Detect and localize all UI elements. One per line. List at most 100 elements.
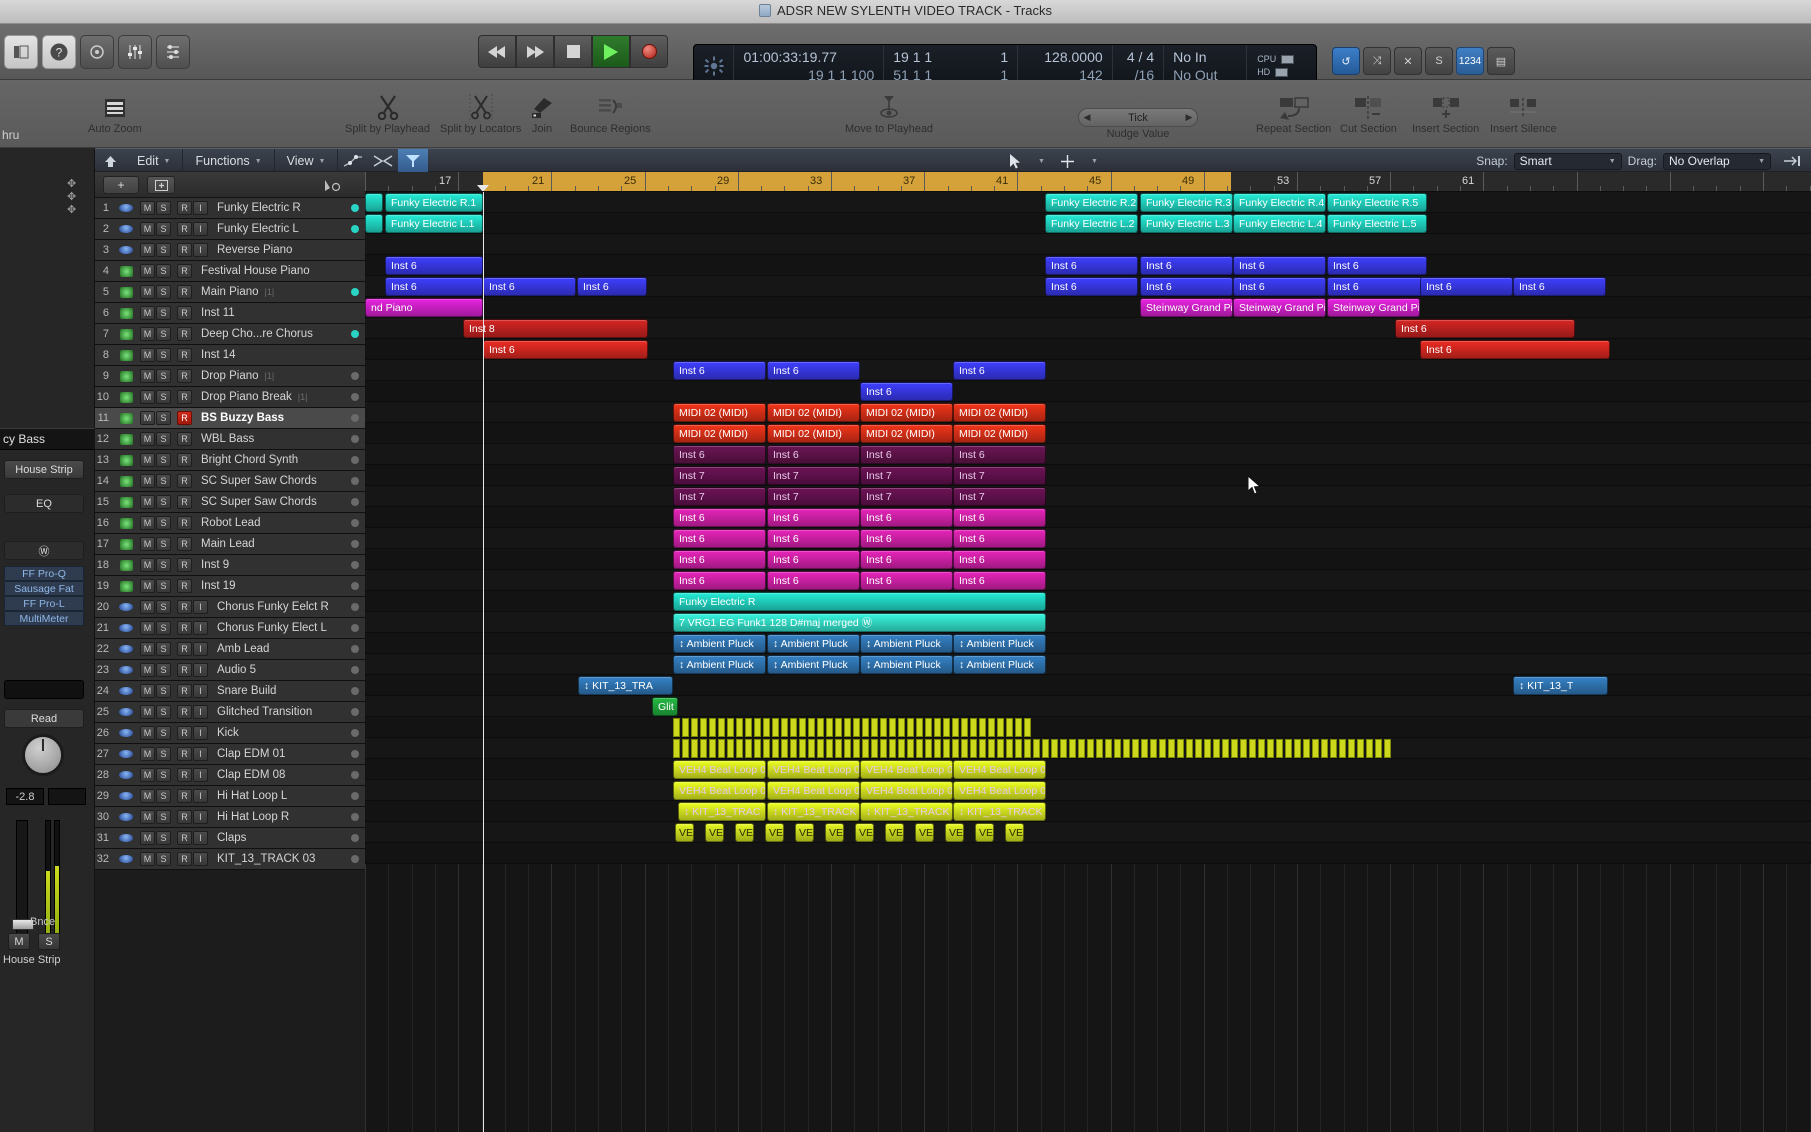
cut-section-button[interactable]: Cut Section [1340,86,1397,135]
arrange-region[interactable]: MIDI 02 (MIDI) [860,403,953,422]
track-mute-button[interactable]: M [140,222,155,236]
menu-functions[interactable]: Functions ▼ [183,149,275,173]
track-name[interactable]: Inst 9 [201,559,229,571]
loop-region-slice[interactable] [700,718,707,737]
track-input-button[interactable]: I [193,243,208,257]
track-input-button[interactable]: I [193,852,208,866]
loop-region-slice[interactable] [979,739,986,758]
loop-region-slice[interactable] [790,739,797,758]
track-record-button[interactable]: R [177,327,192,341]
track-lane[interactable] [365,549,1811,570]
loop-region-slice[interactable] [970,739,977,758]
track-record-button[interactable]: R [177,747,192,761]
loop-region-slice[interactable] [1339,739,1346,758]
track-lane[interactable] [365,528,1811,549]
loop-region-slice[interactable] [763,739,770,758]
track-name[interactable]: Drop Piano [201,370,259,382]
insert-silence-button[interactable]: Insert Silence [1490,86,1557,135]
track-mute-button[interactable]: M [140,411,155,425]
loop-region-slice[interactable] [862,718,869,737]
arrange-region[interactable]: Inst 6 [673,529,766,548]
track-name[interactable]: SC Super Saw Chords [201,475,317,487]
nudge-right-arrow[interactable]: ▶ [1182,108,1196,127]
track-solo-button[interactable]: S [156,495,171,509]
arrange-region[interactable]: VE [885,823,904,842]
track-name[interactable]: Audio 5 [217,664,256,676]
loop-region-slice[interactable] [1366,739,1373,758]
insert-section-button[interactable]: Insert Section [1412,86,1479,135]
track-row-3[interactable]: 3 M S R I Reverse Piano [95,240,365,261]
track-solo-button[interactable]: S [156,222,171,236]
loop-region-slice[interactable] [1267,739,1274,758]
track-name[interactable]: Robot Lead [201,517,260,529]
track-solo-button[interactable]: S [156,852,171,866]
autopunch-button[interactable]: ⤨ [1363,47,1391,75]
arrange-region[interactable]: VE [795,823,814,842]
arrange-region[interactable]: ↕ Ambient Pluck [953,655,1046,674]
track-record-button[interactable]: R [177,495,192,509]
loop-region-slice[interactable] [1312,739,1319,758]
arrange-region[interactable]: Inst 6 [483,340,648,359]
loop-region-slice[interactable] [979,718,986,737]
track-record-button[interactable]: R [177,516,192,530]
arrange-region[interactable]: ↕ KIT_13_TRAC [678,802,766,821]
track-record-button[interactable]: R [177,663,192,677]
track-solo-button[interactable]: S [156,810,171,824]
loop-region-slice[interactable] [709,739,716,758]
loop-region-slice[interactable] [997,718,1004,737]
channel-setting-button[interactable]: House Strip [4,460,84,479]
arrange-region[interactable]: Inst 7 [767,466,860,485]
loop-region-slice[interactable] [1015,739,1022,758]
track-mute-button[interactable]: M [140,789,155,803]
track-lane[interactable] [365,759,1811,780]
track-solo-button[interactable]: S [156,579,171,593]
track-row-6[interactable]: 6 M S R Inst 11 [95,303,365,324]
arrange-region[interactable]: Inst 6 [953,508,1046,527]
flex-icon[interactable] [368,149,398,173]
loop-region-slice[interactable] [1213,739,1220,758]
arrange-region[interactable]: Inst 6 [673,571,766,590]
loop-region-slice[interactable] [1303,739,1310,758]
arrange-region[interactable]: VEH4 Beat Loop 01 [860,760,953,779]
loop-region-slice[interactable] [1222,739,1229,758]
track-row-10[interactable]: 10 M S R Drop Piano Break |1| [95,387,365,408]
arrange-region[interactable]: VE [675,823,694,842]
arrange-region[interactable]: Inst 7 [767,487,860,506]
loop-region-slice[interactable] [1159,739,1166,758]
arrange-region[interactable]: Inst 6 [953,445,1046,464]
track-name[interactable]: Chorus Funky Eelct R [217,601,329,613]
track-solo-button[interactable]: S [156,264,171,278]
loop-region-slice[interactable] [925,718,932,737]
arrange-region[interactable]: VE [765,823,784,842]
loop-region-slice[interactable] [736,718,743,737]
channel-strip-name-bar[interactable]: cy Bass [0,428,95,450]
track-lane[interactable] [365,402,1811,423]
loop-region-slice[interactable] [1321,739,1328,758]
track-input-button[interactable]: I [193,810,208,824]
bounce-label[interactable]: Bnce [30,916,55,928]
track-record-button[interactable]: R [177,810,192,824]
track-name[interactable]: WBL Bass [201,433,254,445]
track-record-button[interactable]: R [177,348,192,362]
arrange-region[interactable]: VE [945,823,964,842]
loop-region-slice[interactable] [781,718,788,737]
cycle-button[interactable]: ↺ [1332,47,1360,75]
arrange-region[interactable]: nd Piano [365,298,483,317]
track-lane[interactable] [365,465,1811,486]
track-mute-button[interactable]: M [140,621,155,635]
arrange-region[interactable]: VE [855,823,874,842]
arrange-region[interactable]: VEH4 Beat Loop 01 [767,760,860,779]
loop-region-slice[interactable] [745,739,752,758]
track-solo-button[interactable]: S [156,726,171,740]
track-name[interactable]: Deep Cho...re Chorus [201,328,313,340]
loop-region-slice[interactable] [691,739,698,758]
arrange-region[interactable]: MIDI 02 (MIDI) [767,403,860,422]
arrange-region[interactable]: Funky Electric L.3 [1140,214,1233,233]
record-button[interactable] [630,35,668,68]
loop-region-slice[interactable] [718,718,725,737]
track-mute-button[interactable]: M [140,600,155,614]
track-mute-button[interactable]: M [140,264,155,278]
track-input-button[interactable]: I [193,684,208,698]
track-mute-button[interactable]: M [140,768,155,782]
track-input-button[interactable]: I [193,747,208,761]
